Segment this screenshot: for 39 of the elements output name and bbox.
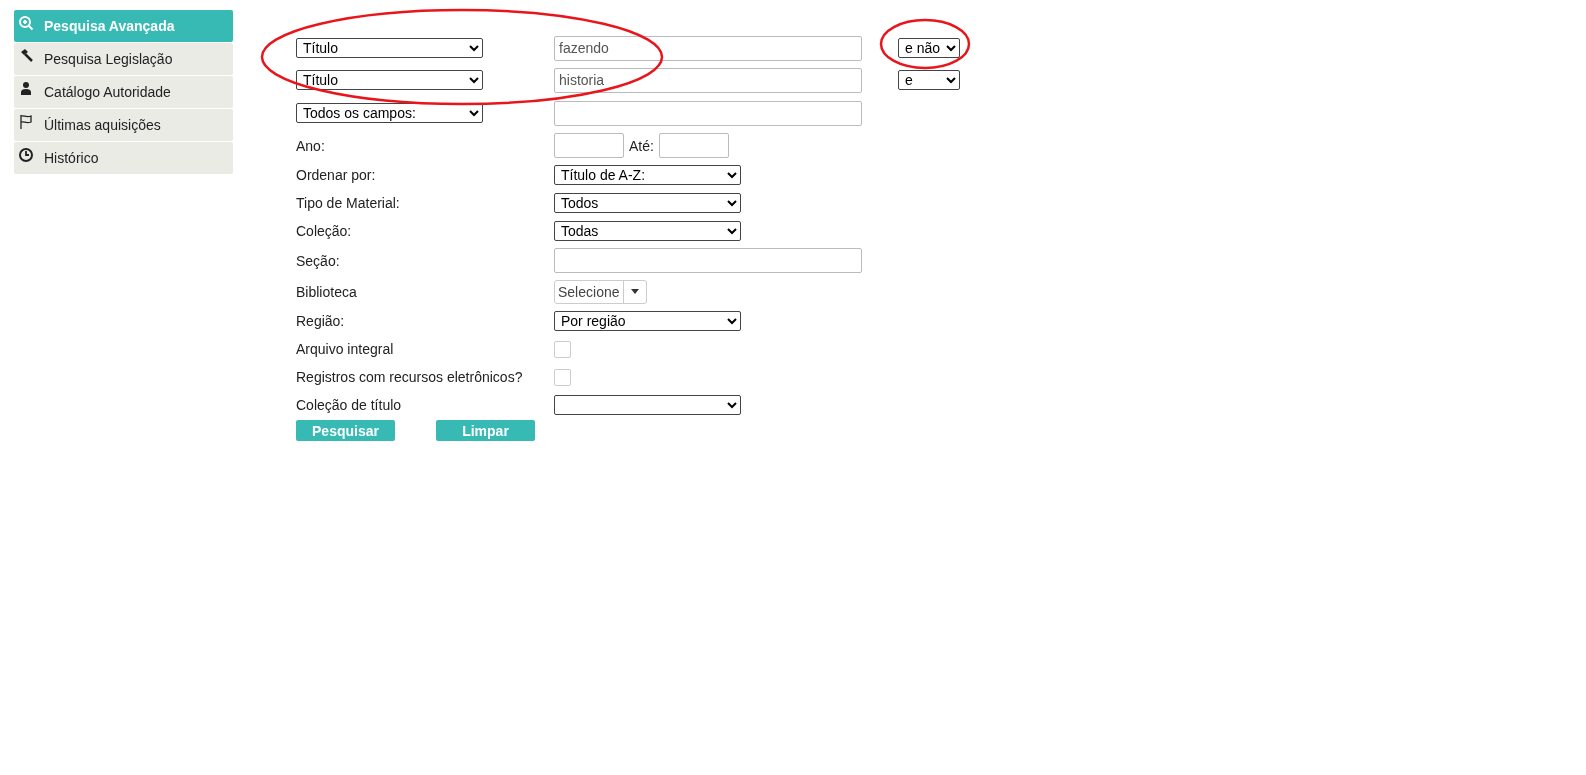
field-label: Tipo de Material: [296,195,400,211]
checkbox[interactable] [554,340,571,358]
dropdown[interactable]: Todos [554,193,741,213]
caret-icon [630,289,639,294]
field-label: Biblioteca [296,283,357,300]
sidebar-item[interactable]: Catálogo Autoridade [14,76,233,108]
flag-icon [18,114,34,130]
dropdown[interactable] [554,395,741,415]
field-label: Arquivo integral [296,341,394,357]
search-term-field[interactable]: historia [554,67,862,93]
operator-dropdown[interactable]: e [898,70,960,90]
year-to-field[interactable] [658,133,729,158]
sidebar-item[interactable]: Histórico [14,142,233,174]
field-dropdown[interactable]: Todos os campos: [296,103,483,123]
dropdown[interactable]: Todas [554,221,741,241]
library-dropdown[interactable]: Selecione [554,279,647,304]
sidebar-item[interactable]: Pesquisa Legislação [14,43,233,75]
search-term-field[interactable]: fazendo [554,35,862,61]
field-label: Coleção de título [296,397,402,413]
sidebar-item[interactable]: Últimas aquisições [14,109,233,141]
field-label: Ano: [296,137,325,154]
input-field[interactable] [554,248,862,273]
field-label: Região: [296,313,345,329]
until-label: Até: [629,137,654,154]
field-dropdown[interactable]: Título [296,70,483,90]
field-label: Ordenar por: [296,167,376,183]
field-label: Registros com recursos eletrônicos? [296,369,523,385]
dropdown[interactable]: Título de A-Z: [554,165,741,185]
field-label: Seção: [296,252,340,269]
clock-icon [18,147,34,163]
operator-dropdown[interactable]: e não [898,38,960,58]
field-label: Coleção: [296,223,352,239]
zoom-in-icon [18,15,34,31]
checkbox[interactable] [554,368,571,386]
year-from-field[interactable] [554,133,624,158]
field-dropdown[interactable]: Título [296,38,483,58]
dropdown[interactable]: Por região [554,311,741,331]
search-term-field[interactable] [554,100,862,126]
person-icon [18,81,34,97]
